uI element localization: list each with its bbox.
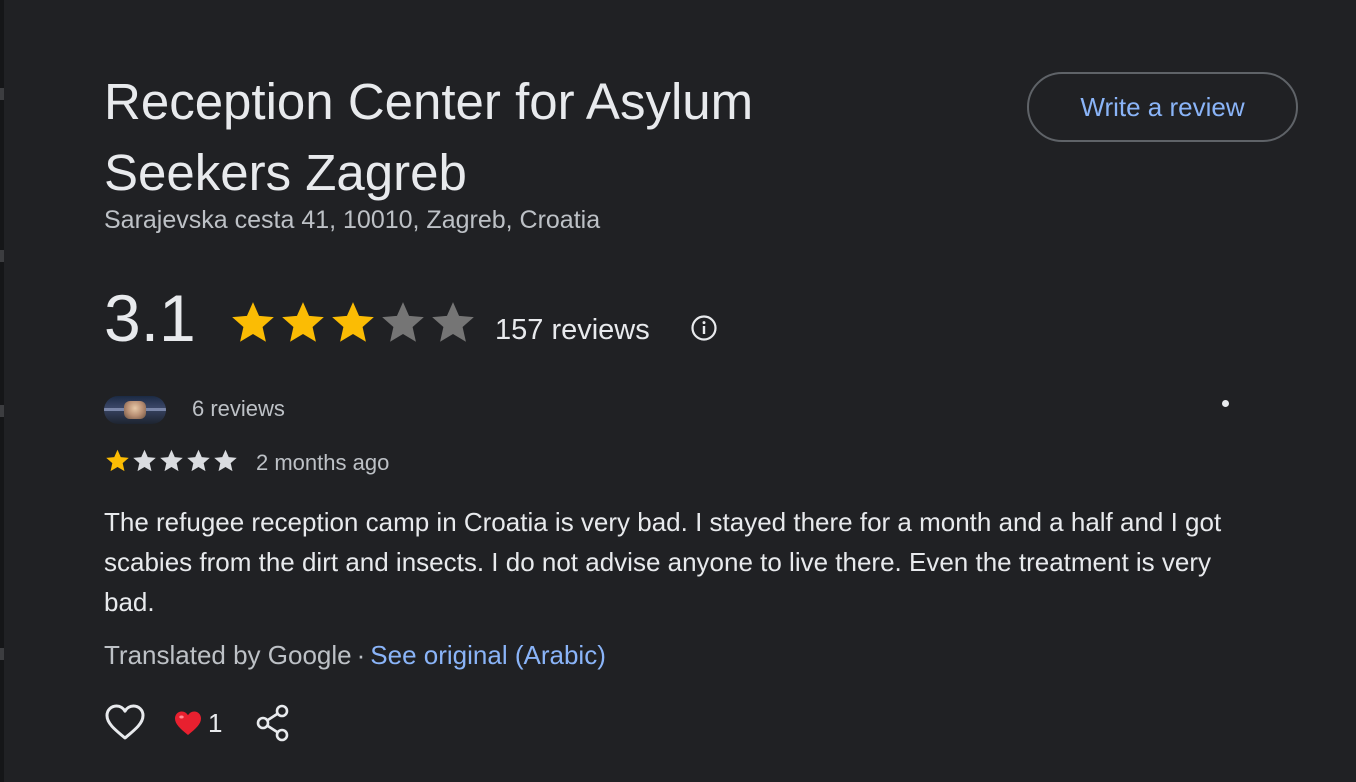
reaction-count: 1 — [208, 708, 223, 738]
separator: · — [356, 640, 366, 670]
reviewer-review-count: 6 reviews — [192, 396, 285, 421]
review-date: 2 months ago — [256, 450, 390, 475]
star-empty-icon — [160, 449, 183, 472]
translated-label: Translated by Google — [104, 640, 352, 670]
star-empty-icon — [432, 302, 474, 342]
avatar[interactable] — [104, 396, 166, 424]
star-filled-icon — [332, 302, 374, 342]
star-empty-icon — [133, 449, 156, 472]
heart-outline-icon[interactable] — [104, 702, 146, 744]
review-stars — [104, 447, 239, 475]
star-filled-icon — [232, 302, 274, 342]
info-icon[interactable] — [690, 314, 718, 342]
star-empty-icon — [214, 449, 237, 472]
translation-info: Translated by Google · See original (Arabi… — [104, 640, 606, 671]
heart-red-icon — [175, 711, 201, 735]
review-count[interactable]: 157 reviews — [495, 314, 650, 347]
place-address: Sarajevska cesta 41, 10010, Zagreb, Croa… — [104, 206, 601, 234]
see-original-link[interactable]: See original (Arabic) — [370, 640, 606, 670]
star-filled-icon — [282, 302, 324, 342]
more-options-icon[interactable] — [1222, 400, 1229, 407]
write-review-button[interactable]: Write a review — [1027, 72, 1298, 142]
star-filled-icon — [106, 449, 129, 472]
rating-value: 3.1 — [104, 281, 196, 355]
review-text: The refugee reception camp in Croatia is… — [104, 507, 1222, 617]
star-empty-icon — [187, 449, 210, 472]
rating-stars — [228, 298, 478, 348]
window-edge — [0, 0, 4, 782]
share-icon[interactable] — [256, 704, 290, 742]
star-empty-icon — [382, 302, 424, 342]
place-title: Reception Center for Asylum Seekers Zagr… — [104, 73, 754, 201]
